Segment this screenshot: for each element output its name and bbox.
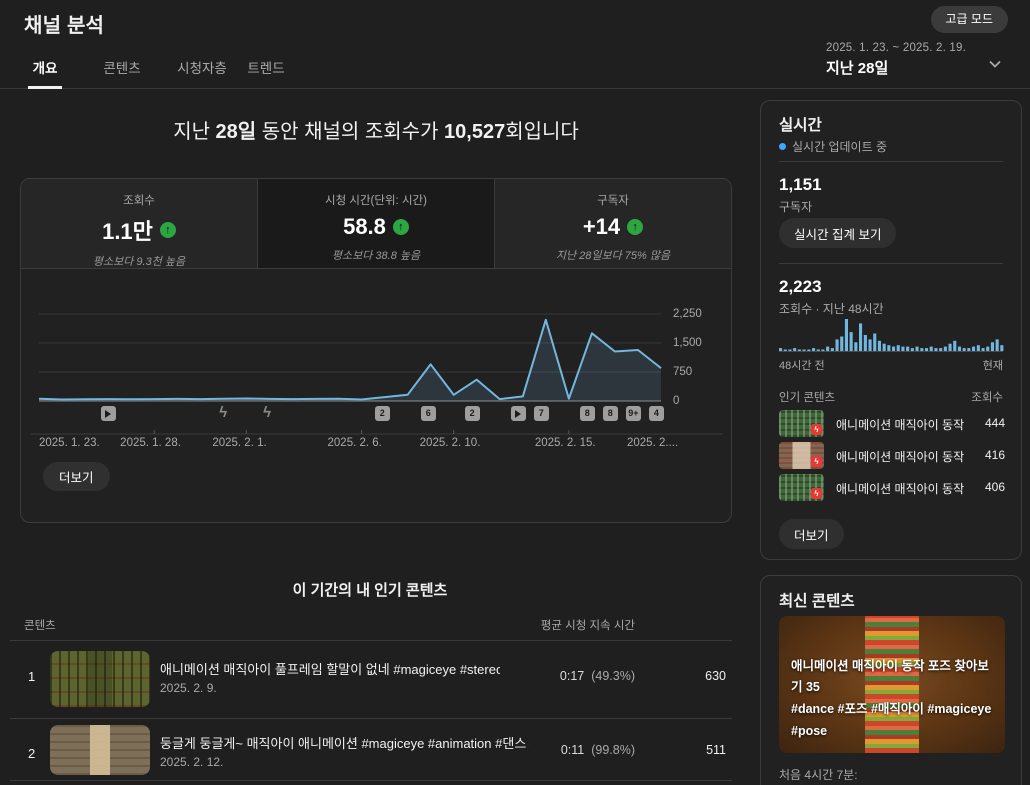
realtime-title: 실시간 <box>779 113 1003 135</box>
x-tick-label: 2025. 1. 23. <box>39 437 100 449</box>
video-marker-icon[interactable] <box>511 406 526 421</box>
metric-strip: 조회수 1.1만↑ 평소보다 9.3천 높음 시청 시간(단위: 시간) 58.… <box>21 179 731 269</box>
views-48h-bar-chart[interactable] <box>779 317 1005 351</box>
shorts-badge-icon: ϟ <box>811 424 822 435</box>
trend-up-icon: ↑ <box>627 219 643 235</box>
video-date: 2025. 2. 9. <box>160 681 217 695</box>
subscriber-label: 구독자 <box>779 198 1003 215</box>
metric-subscribers[interactable]: 구독자 +14↑ 지난 28일보다 75% 많음 <box>495 179 731 268</box>
table-row[interactable]: 2 둥글게 둥글게~ 매직아이 애니메이션 #magiceye #animati… <box>0 720 740 785</box>
views-48h-count: 2,223 <box>779 277 1003 297</box>
analytics-card: 조회수 1.1만↑ 평소보다 9.3천 높음 시청 시간(단위: 시간) 58.… <box>20 178 732 523</box>
tab-audience[interactable]: 시청자층 <box>174 56 230 88</box>
shorts-badge-icon: ϟ <box>811 456 822 467</box>
x-tick-label: 2025. 2. 10. <box>420 437 481 449</box>
avg-view-duration: 0:11 (99.8%) <box>515 743 635 757</box>
list-item[interactable]: ϟ 애니메이션 매직아이 동작 포즈... 406 <box>779 473 1005 505</box>
divider <box>10 640 732 641</box>
video-title: 애니메이션 매직아이 동작 포즈... <box>836 480 964 497</box>
x-tick-label: 2025. 2. 1. <box>212 437 266 449</box>
video-thumbnail[interactable] <box>50 725 150 775</box>
content-count-marker[interactable]: 8 <box>580 406 595 421</box>
date-range-text: 2025. 1. 23. ~ 2025. 2. 19. <box>826 42 1008 54</box>
video-thumbnail: ϟ <box>779 474 824 501</box>
live-status: 실시간 업데이트 중 <box>779 138 1003 155</box>
latest-content-card: 최신 콘텐츠 애니메이션 매직아이 동작 포즈 찾아보기 35 #dance #… <box>760 575 1022 785</box>
y-tick-label: 0 <box>673 395 723 407</box>
video-marker-icon[interactable] <box>101 406 116 421</box>
divider <box>10 718 732 719</box>
column-header-content[interactable]: 콘텐츠 <box>24 617 56 633</box>
content-count-marker[interactable]: 7 <box>534 406 549 421</box>
views-48h-label: 조회수 · 지난 48시간 <box>779 300 1003 317</box>
tab-overview[interactable]: 개요 <box>28 56 62 88</box>
content-count-marker[interactable]: 4 <box>649 406 664 421</box>
trend-up-icon: ↑ <box>393 219 409 235</box>
divider <box>779 161 1003 162</box>
video-thumbnail: ϟ <box>779 442 824 469</box>
views-count: 416 <box>985 448 1005 462</box>
list-item[interactable]: ϟ 애니메이션 매직아이 동작 포즈... 416 <box>779 441 1005 473</box>
views-count: 406 <box>985 480 1005 494</box>
realtime-card: 실시간 실시간 업데이트 중 1,151 구독자 실시간 집계 보기 2,223… <box>760 100 1022 560</box>
x-tick-label: 2025. 2. 15. <box>535 437 596 449</box>
live-dot-icon <box>779 143 786 150</box>
x-tick-label: 2025. 1. 28. <box>120 437 181 449</box>
content-count-marker[interactable]: 2 <box>375 406 390 421</box>
row-rank: 1 <box>28 669 35 684</box>
video-title: 애니메이션 매직아이 동작 포즈... <box>836 448 964 465</box>
y-tick-label: 1,500 <box>673 337 723 349</box>
row-rank: 2 <box>28 746 35 761</box>
shorts-badge-icon: ϟ <box>811 488 822 499</box>
views-count: 511 <box>656 743 726 757</box>
views-count: 444 <box>985 416 1005 430</box>
page-title: 채널 분석 <box>24 9 104 38</box>
metric-views[interactable]: 조회수 1.1만↑ 평소보다 9.3천 높음 <box>21 179 257 268</box>
bar-chart-axis: 48시간 전현재 <box>779 357 1003 373</box>
chart-more-button[interactable]: 더보기 <box>43 462 110 491</box>
content-count-marker[interactable]: 2 <box>465 406 480 421</box>
table-row[interactable]: 1 애니메이션 매직아이 풀프레임 할말이 없네 #magiceye #ster… <box>0 643 740 715</box>
top-content-title: 이 기간의 내 인기 콘텐츠 <box>0 579 740 600</box>
popular-content-header: 인기 콘텐츠조회수 <box>779 389 1003 405</box>
video-thumbnail: ϟ <box>779 410 824 437</box>
bar-chart-baseline <box>779 351 1003 352</box>
channel-analytics-page: 채널 분석 고급 모드 2025. 1. 23. ~ 2025. 2. 19. … <box>0 0 1030 785</box>
content-count-marker[interactable]: 9+ <box>626 406 641 421</box>
video-title[interactable]: 둥글게 둥글게~ 매직아이 애니메이션 #magiceye #animation… <box>160 733 530 752</box>
subscriber-count: 1,151 <box>779 175 1003 195</box>
metric-watch-time[interactable]: 시청 시간(단위: 시간) 58.8↑ 평소보다 38.8 높음 <box>257 179 495 268</box>
latest-content-title: 최신 콘텐츠 <box>779 589 1003 611</box>
trend-up-icon: ↑ <box>160 222 176 238</box>
avg-view-duration: 0:17 (49.3%) <box>515 669 635 683</box>
y-tick-label: 750 <box>673 366 723 378</box>
divider <box>779 263 1003 264</box>
video-thumbnail[interactable] <box>50 651 150 707</box>
latest-video-title: 애니메이션 매직아이 동작 포즈 찾아보기 35 #dance #포즈 #매직아… <box>791 656 997 744</box>
latest-video-thumbnail[interactable]: 애니메이션 매직아이 동작 포즈 찾아보기 35 #dance #포즈 #매직아… <box>779 616 1005 753</box>
advanced-mode-button[interactable]: 고급 모드 <box>931 6 1009 33</box>
list-item[interactable]: ϟ 애니메이션 매직아이 동작 포즈... 444 <box>779 409 1005 441</box>
video-title[interactable]: 애니메이션 매직아이 풀프레임 할말이 없네 #magiceye #stereo… <box>160 659 500 678</box>
tab-bar: 개요 콘텐츠 시청자층 트렌드 <box>0 56 1030 89</box>
tab-trends[interactable]: 트렌드 <box>244 56 288 88</box>
latest-caption: 처음 4시간 7분: <box>779 766 1003 783</box>
column-header-duration[interactable]: 평균 시청 지속 시간 <box>515 617 635 633</box>
shorts-marker-icon[interactable]: ϟ <box>260 406 275 421</box>
summary-headline: 지난 28일 동안 채널의 조회수가 10,527회입니다 <box>20 115 732 144</box>
y-tick-label: 2,250 <box>673 308 723 320</box>
shorts-marker-icon[interactable]: ϟ <box>216 406 231 421</box>
video-date: 2025. 2. 12. <box>160 755 223 769</box>
content-count-marker[interactable]: 8 <box>603 406 618 421</box>
video-title: 애니메이션 매직아이 동작 포즈... <box>836 416 964 433</box>
divider <box>10 780 732 781</box>
x-tick-label: 2025. 2.... <box>627 437 678 449</box>
content-count-marker[interactable]: 6 <box>421 406 436 421</box>
tab-content[interactable]: 콘텐츠 <box>100 56 144 88</box>
realtime-more-button[interactable]: 더보기 <box>779 519 844 549</box>
views-count: 630 <box>656 669 726 683</box>
x-tick-label: 2025. 2. 6. <box>328 437 382 449</box>
see-live-count-button[interactable]: 실시간 집계 보기 <box>779 218 896 248</box>
